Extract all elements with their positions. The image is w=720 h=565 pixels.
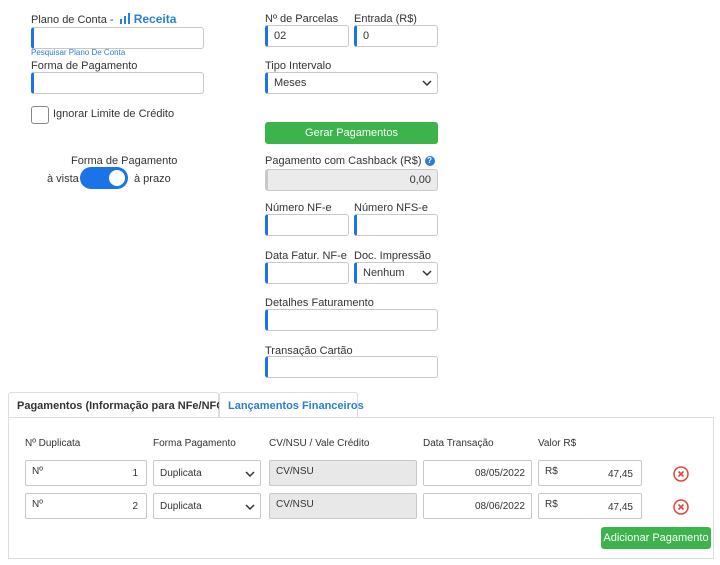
plano-de-conta-input[interactable]	[31, 27, 204, 49]
header-data: Data Transação	[423, 438, 494, 449]
cashback-input: 0,00	[265, 169, 438, 191]
toggle-title: Forma de Pagamento	[71, 155, 178, 167]
chart-icon	[119, 13, 130, 24]
cvnsu-input[interactable]: CV/NSU	[269, 493, 417, 519]
tipo-intervalo-select[interactable]: Meses	[265, 72, 438, 94]
plano-de-conta-label: Plano de Conta - Receita	[31, 12, 177, 26]
forma-pagamento-label: Forma de Pagamento	[31, 60, 138, 72]
doc-impressao-label: Doc. Impressão	[354, 250, 432, 262]
remove-icon[interactable]	[673, 466, 689, 482]
chevron-down-icon	[422, 270, 432, 277]
entrada-input[interactable]: 0	[354, 25, 438, 47]
detalhes-input[interactable]	[265, 309, 438, 331]
entrada-label: Entrada (R$)	[354, 13, 417, 25]
header-forma: Forma Pagamento	[153, 438, 236, 449]
remove-icon[interactable]	[673, 499, 689, 515]
header-duplicata: Nº Duplicata	[25, 438, 81, 449]
chevron-down-icon	[245, 504, 255, 511]
plano-type-link[interactable]: Receita	[134, 12, 177, 26]
duplicata-input[interactable]: Nº 2	[25, 493, 147, 519]
nfe-input[interactable]	[265, 214, 349, 236]
nfe-label: Número NF-e	[265, 202, 332, 214]
header-cvnsu: CV/NSU / Vale Crédito	[269, 438, 370, 449]
valor-input[interactable]: R$ 47,45	[538, 460, 642, 486]
toggle-knob	[109, 170, 125, 186]
data-transacao-input[interactable]: 08/06/2022	[423, 493, 532, 519]
toggle-left-label: à vista	[47, 173, 79, 185]
cashback-label: Pagamento com Cashback (R$)?	[265, 155, 435, 167]
parcelas-label: Nº de Parcelas	[265, 13, 339, 25]
detalhes-label: Detalhes Faturamento	[265, 297, 374, 309]
help-icon[interactable]: ?	[424, 156, 435, 167]
parcelas-input[interactable]: 02	[265, 25, 349, 47]
valor-input[interactable]: R$ 47,45	[538, 493, 642, 519]
adicionar-pagamento-button[interactable]: Adicionar Pagamento	[601, 527, 711, 549]
gerar-pagamentos-button[interactable]: Gerar Pagamentos	[265, 122, 438, 144]
chevron-down-icon	[245, 471, 255, 478]
ignorar-limite-checkbox[interactable]	[31, 106, 49, 124]
forma-pagamento-input[interactable]	[31, 72, 204, 94]
tab-lancamentos[interactable]: Lançamentos Financeiros	[219, 392, 364, 418]
toggle-right-label: à prazo	[134, 173, 171, 185]
forma-pagamento-select[interactable]: Duplicata	[153, 460, 261, 486]
tab-pagamentos[interactable]: Pagamentos (Informação para NFe/NFCe)	[8, 392, 234, 418]
nfse-label: Número NFS-e	[354, 202, 428, 214]
cvnsu-input[interactable]: CV/NSU	[269, 460, 417, 486]
tipo-intervalo-label: Tipo Intervalo	[265, 60, 332, 72]
data-fatur-label: Data Fatur. NF-e	[265, 250, 347, 262]
chevron-down-icon	[422, 80, 432, 87]
transacao-input[interactable]	[265, 356, 438, 378]
data-fatur-input[interactable]	[265, 262, 349, 284]
data-transacao-input[interactable]: 08/05/2022	[423, 460, 532, 486]
pesquisar-plano-link[interactable]: Pesquisar Plano De Conta	[31, 48, 125, 57]
forma-pagamento-toggle[interactable]	[80, 167, 128, 189]
ignorar-limite-label: Ignorar Limite de Crédito	[53, 108, 175, 120]
doc-impressao-select[interactable]: Nenhum	[354, 262, 438, 284]
header-valor: Valor R$	[538, 438, 577, 449]
nfse-input[interactable]	[354, 214, 438, 236]
duplicata-input[interactable]: Nº 1	[25, 460, 147, 486]
forma-pagamento-select[interactable]: Duplicata	[153, 493, 261, 519]
